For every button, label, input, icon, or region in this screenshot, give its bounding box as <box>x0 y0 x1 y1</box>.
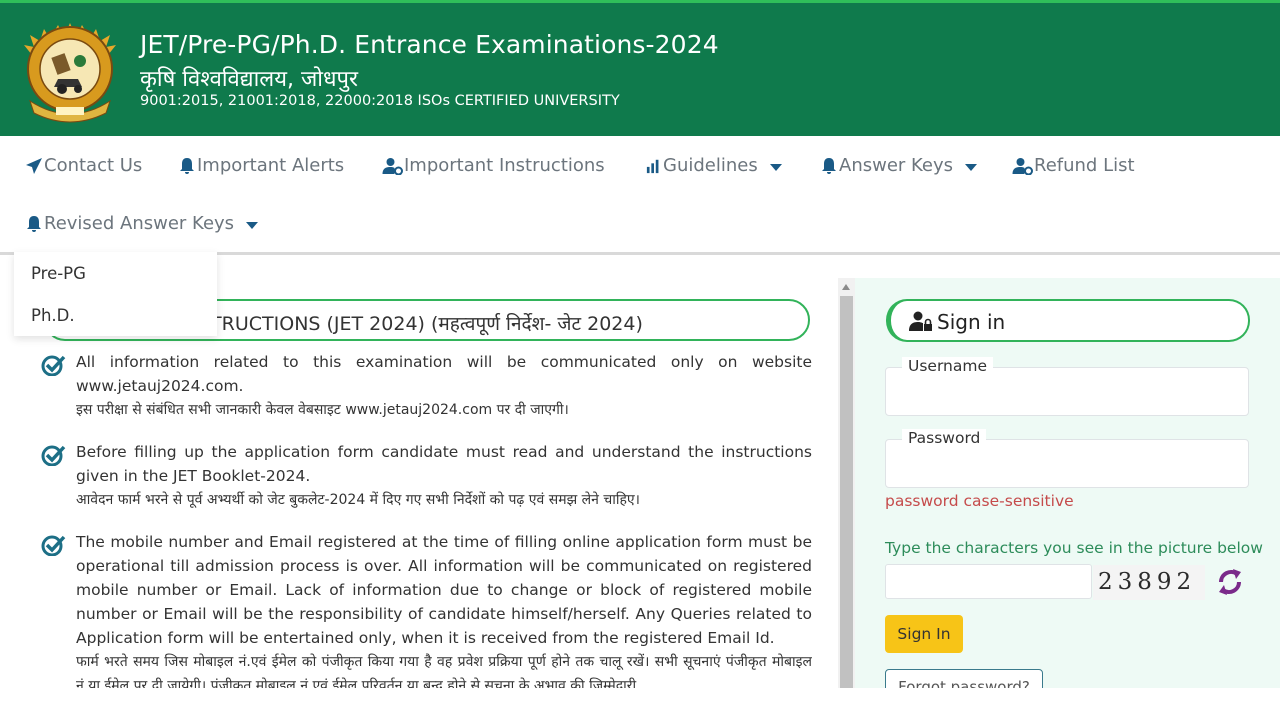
iso-certification: 9001:2015, 21001:2018, 22000:2018 ISOs C… <box>140 93 620 109</box>
captcha-input[interactable] <box>886 565 1091 598</box>
chevron-down-icon <box>769 163 782 171</box>
paper-plane-icon <box>26 157 42 174</box>
bar-chart-icon <box>646 159 659 173</box>
nav-label: Guidelines <box>663 155 758 176</box>
instruction-hindi: इस परीक्षा से संबंधित सभी जानकारी केवल व… <box>76 402 569 418</box>
nav-important-instructions[interactable]: Important Instructions <box>382 155 605 176</box>
refresh-icon[interactable] <box>1213 564 1247 600</box>
instructions-list: All information related to this examinat… <box>40 350 812 690</box>
password-note: password case-sensitive <box>885 492 1074 510</box>
list-item: All information related to this examinat… <box>40 350 812 422</box>
instruction-english: All information related to this examinat… <box>76 353 812 395</box>
instructions-scrollbar[interactable] <box>838 278 855 690</box>
instructions-heading-text: STRUCTIONS (JET 2024) (महत्वपूर्ण निर्दे… <box>198 313 643 335</box>
page-bottom-band <box>0 688 1280 720</box>
instruction-hindi: फार्म भरते समय जिस मोबाइल नं.एवं ईमेल को… <box>76 654 812 690</box>
dropdown-item-phd[interactable]: Ph.D. <box>31 306 75 325</box>
revised-answer-keys-dropdown: Pre-PG Ph.D. <box>14 252 217 336</box>
bell-icon <box>822 157 836 174</box>
university-logo <box>24 23 116 123</box>
captcha-field[interactable] <box>885 564 1092 599</box>
password-label: Password <box>902 429 987 447</box>
nav-label: Important Alerts <box>197 155 345 176</box>
nav-label: Answer Keys <box>839 155 954 176</box>
nav-label: Important Instructions <box>404 155 605 176</box>
dropdown-item-pre-pg[interactable]: Pre-PG <box>31 264 86 283</box>
user-lock-icon <box>909 311 932 331</box>
check-icon <box>41 535 66 556</box>
bell-icon <box>180 157 194 174</box>
instruction-english: The mobile number and Email registered a… <box>76 533 812 647</box>
list-item: Before filling up the application form c… <box>40 440 812 512</box>
nav-answer-keys[interactable]: Answer Keys <box>820 155 978 176</box>
check-icon <box>41 355 66 376</box>
main-nav: Contact Us Important Alerts Important In… <box>0 136 1280 254</box>
instruction-english: Before filling up the application form c… <box>76 443 812 485</box>
scrollbar-thumb[interactable] <box>840 296 853 690</box>
chevron-down-icon <box>965 163 978 171</box>
instruction-hindi: आवेदन फार्म भरने से पूर्व अभ्यर्थी को जे… <box>76 492 640 508</box>
captcha-image: 23892 <box>1093 565 1205 600</box>
scroll-up-arrow-icon[interactable] <box>842 284 850 290</box>
list-item: The mobile number and Email registered a… <box>40 530 812 690</box>
nav-label: Contact Us <box>44 155 143 176</box>
nav-important-alerts[interactable]: Important Alerts <box>178 155 344 176</box>
check-icon <box>41 445 66 466</box>
university-name: कृषि विश्वविद्यालय, जोधपुर <box>140 67 359 92</box>
nav-revised-answer-keys[interactable]: Revised Answer Keys <box>25 213 259 234</box>
signin-title: Sign in <box>937 310 1006 334</box>
site-header: JET/Pre-PG/Ph.D. Entrance Examinations-2… <box>0 0 1280 136</box>
username-label: Username <box>902 357 994 375</box>
signin-button[interactable]: Sign In <box>885 615 963 653</box>
captcha-prompt: Type the characters you see in the pictu… <box>885 539 1263 557</box>
nav-label: Refund List <box>1034 155 1135 176</box>
nav-guidelines[interactable]: Guidelines <box>646 155 782 176</box>
page-title: JET/Pre-PG/Ph.D. Entrance Examinations-2… <box>140 30 719 59</box>
nav-contact-us[interactable]: Contact Us <box>25 155 142 176</box>
bell-icon <box>27 215 41 232</box>
nav-refund-list[interactable]: Refund List <box>1012 155 1135 176</box>
password-input[interactable] <box>886 440 1248 487</box>
user-gear-icon <box>1012 157 1033 175</box>
user-gear-icon <box>382 157 403 175</box>
nav-label: Revised Answer Keys <box>44 213 235 234</box>
username-input[interactable] <box>886 368 1248 415</box>
signin-heading: Sign in <box>886 299 1250 342</box>
chevron-down-icon <box>246 221 259 229</box>
